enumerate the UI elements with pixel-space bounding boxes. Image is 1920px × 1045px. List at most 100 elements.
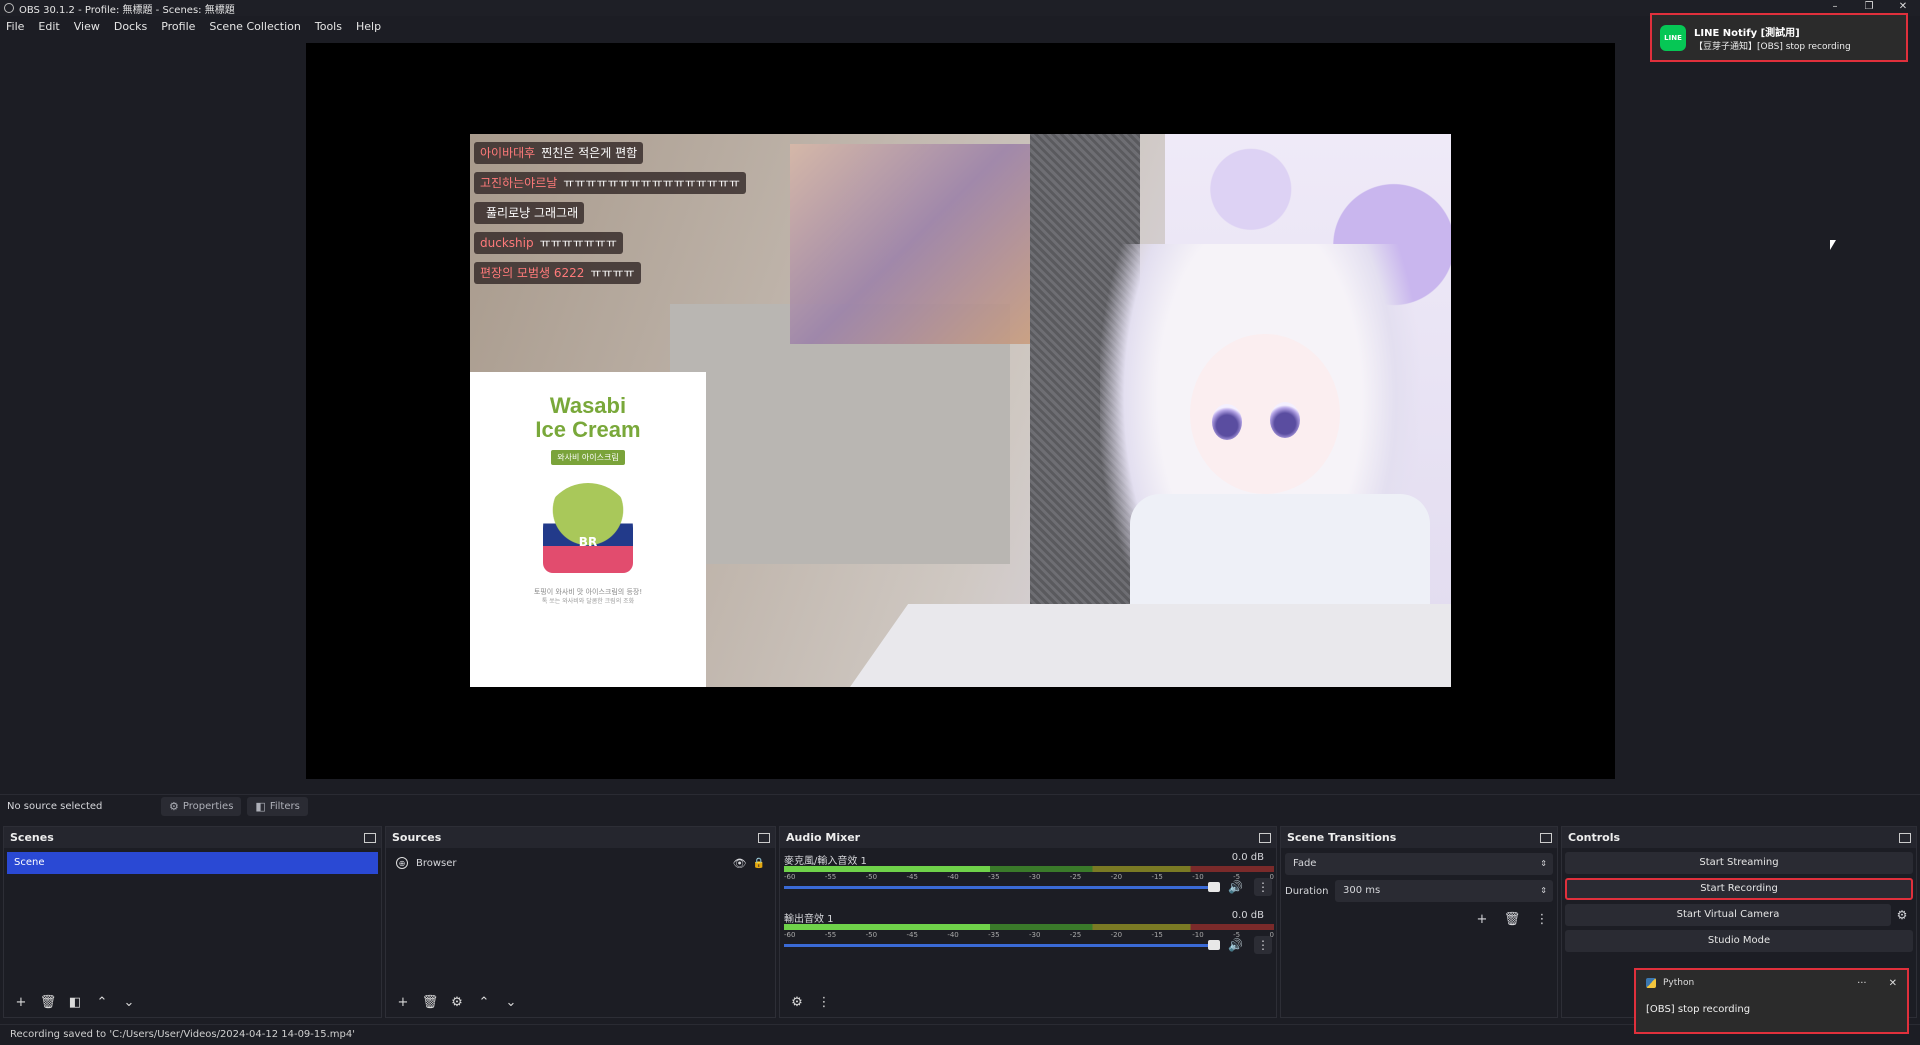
duration-value: 300 ms xyxy=(1343,885,1381,896)
tick-label: -30 xyxy=(1028,873,1041,881)
python-notification-toast[interactable]: Python ··· ✕ [OBS] stop recording xyxy=(1634,968,1909,1034)
remove-scene-button[interactable]: 🗑 xyxy=(37,993,59,1013)
chat-username: 아이바대후 xyxy=(480,146,536,160)
no-source-label: No source selected xyxy=(7,801,103,812)
volume-meter xyxy=(784,866,1274,872)
close-icon[interactable]: ✕ xyxy=(1889,978,1897,989)
move-up-button[interactable]: ⌃ xyxy=(473,993,495,1013)
ice-cream-cup-image: BR xyxy=(543,483,633,573)
toast-message: 【豆芽子通知】[OBS] stop recording xyxy=(1694,41,1851,52)
virtual-camera-row: Start Virtual Camera ⚙ xyxy=(1565,904,1913,926)
menu-scene-collection[interactable]: Scene Collection xyxy=(209,20,300,33)
chat-text: 찐친은 적은게 편함 xyxy=(541,146,638,160)
chat-text: ㅠㅠㅠㅠㅠㅠㅠ xyxy=(539,236,617,250)
ad-badge: 와사비 아이스크림 xyxy=(551,450,625,465)
chat-message: 풀리로냥 그래그래 xyxy=(474,202,585,224)
more-options-icon[interactable]: ··· xyxy=(1857,978,1867,989)
volume-slider-track[interactable] xyxy=(784,886,1214,889)
speaker-icon[interactable]: 🔊 xyxy=(1228,938,1243,952)
menu-profile[interactable]: Profile xyxy=(161,20,195,33)
undock-icon[interactable] xyxy=(1899,832,1911,843)
undock-icon[interactable] xyxy=(1540,832,1552,843)
undock-icon[interactable] xyxy=(364,832,376,843)
channel-name: 麥克風/輸入音效 1 xyxy=(784,856,867,867)
menu-help[interactable]: Help xyxy=(356,20,381,33)
tick-label: -35 xyxy=(988,873,1000,881)
channel-menu-button[interactable]: ⋮ xyxy=(1254,878,1272,896)
stream-preview-image: 아이바대후 찐친은 적은게 편함 고진하는야르날 ㅠㅠㅠㅠㅠㅠㅠㅠㅠㅠㅠㅠㅠㅠㅠㅠ … xyxy=(470,134,1451,687)
tick-label: -20 xyxy=(1110,873,1123,881)
line-notification-toast[interactable]: LINE LINE Notify [測試用] 【豆芽子通知】[OBS] stop… xyxy=(1650,13,1908,62)
start-streaming-button[interactable]: Start Streaming xyxy=(1565,852,1913,874)
toast-text: LINE Notify [測試用] 【豆芽子通知】[OBS] stop reco… xyxy=(1694,24,1851,52)
channel-name: 輸出音效 1 xyxy=(784,914,834,925)
properties-button[interactable]: ⚙ Properties xyxy=(161,797,242,816)
move-up-button[interactable]: ⌃ xyxy=(91,993,113,1013)
start-recording-button[interactable]: Start Recording xyxy=(1565,878,1913,900)
tick-label: -15 xyxy=(1151,931,1163,939)
menu-file[interactable]: File xyxy=(6,20,24,33)
remove-transition-button[interactable]: 🗑 xyxy=(1501,910,1523,930)
chat-text: 풀리로냥 그래그래 xyxy=(486,206,579,220)
volume-slider-handle[interactable] xyxy=(1208,940,1220,950)
source-properties-button[interactable]: ⚙ xyxy=(446,993,468,1013)
filters-button[interactable]: ◧ Filters xyxy=(247,797,308,816)
add-source-button[interactable]: + xyxy=(392,993,414,1013)
advanced-audio-settings-icon[interactable]: ⚙ xyxy=(786,993,808,1013)
chat-text: ㅠㅠㅠㅠㅠㅠㅠㅠㅠㅠㅠㅠㅠㅠㅠㅠ xyxy=(563,176,740,190)
tick-label: -40 xyxy=(947,931,959,939)
move-down-button[interactable]: ⌄ xyxy=(500,993,522,1013)
sources-dock: Sources ⊕ Browser 👁 🔒 + 🗑 ⚙ ⌃ ⌄ xyxy=(385,826,776,1018)
tick-label: -20 xyxy=(1110,931,1123,939)
controls-header: Controls xyxy=(1562,827,1916,848)
volume-slider-handle[interactable] xyxy=(1208,882,1220,892)
source-toolbar: No source selected ⚙ Properties ◧ Filters xyxy=(0,794,1920,818)
menu-docks[interactable]: Docks xyxy=(114,20,147,33)
undock-icon[interactable] xyxy=(758,832,770,843)
tick-label: -55 xyxy=(824,873,837,881)
undock-icon[interactable] xyxy=(1259,832,1271,843)
gear-icon[interactable]: ⚙ xyxy=(1891,908,1913,922)
lock-icon[interactable]: 🔒 xyxy=(753,858,765,869)
visibility-eye-icon[interactable]: 👁 xyxy=(733,857,747,870)
ad-fine-print: 톡 쏘는 와사비와 달콤한 크림의 조화 xyxy=(541,598,635,605)
duration-row: Duration 300 ms ⇕ xyxy=(1285,880,1553,902)
studio-mode-button[interactable]: Studio Mode xyxy=(1565,930,1913,952)
updown-arrow-icon: ⇕ xyxy=(1540,886,1547,895)
tick-label: -40 xyxy=(947,873,959,881)
ad-title-line2: Ice Cream xyxy=(535,417,641,442)
toast-app-name: Python xyxy=(1663,978,1695,988)
transition-select[interactable]: Fade ⇕ xyxy=(1285,853,1553,875)
tick-label: -10 xyxy=(1192,931,1204,939)
wall-poster xyxy=(790,144,1030,344)
start-virtual-camera-button[interactable]: Start Virtual Camera xyxy=(1565,904,1891,926)
move-down-button[interactable]: ⌄ xyxy=(118,993,140,1013)
add-scene-button[interactable]: + xyxy=(10,993,32,1013)
toast-message: [OBS] stop recording xyxy=(1646,1004,1751,1015)
source-item[interactable]: ⊕ Browser 👁 🔒 xyxy=(386,852,775,874)
tick-label: -25 xyxy=(1069,931,1082,939)
transition-menu-button[interactable]: ⋮ xyxy=(1531,910,1553,930)
scene-item[interactable]: Scene xyxy=(7,852,378,874)
status-bar: Recording saved to 'C:/Users/User/Videos… xyxy=(0,1024,1920,1045)
scene-filters-button[interactable]: ◧ xyxy=(64,993,86,1013)
menu-bar: File Edit View Docks Profile Scene Colle… xyxy=(0,16,1920,36)
remove-source-button[interactable]: 🗑 xyxy=(419,993,441,1013)
duration-spinbox[interactable]: 300 ms ⇕ xyxy=(1335,880,1553,902)
tick-label: -55 xyxy=(824,931,837,939)
tick-label: -10 xyxy=(1192,873,1204,881)
menu-edit[interactable]: Edit xyxy=(38,20,59,33)
chat-message: 편장의 모범생 6222 ㅠㅠㅠㅠ xyxy=(474,262,641,284)
scene-transitions-header: Scene Transitions xyxy=(1281,827,1557,848)
line-logo-icon: LINE xyxy=(1660,24,1686,51)
avatar-left-eye xyxy=(1212,404,1242,440)
add-transition-button[interactable]: + xyxy=(1471,910,1493,930)
mixer-menu-button[interactable]: ⋮ xyxy=(813,993,835,1013)
speaker-icon[interactable]: 🔊 xyxy=(1228,880,1243,894)
channel-menu-button[interactable]: ⋮ xyxy=(1254,936,1272,954)
transition-value: Fade xyxy=(1293,858,1317,869)
menu-view[interactable]: View xyxy=(74,20,100,33)
menu-tools[interactable]: Tools xyxy=(315,20,342,33)
chat-overlay: 아이바대후 찐친은 적은게 편함 고진하는야르날 ㅠㅠㅠㅠㅠㅠㅠㅠㅠㅠㅠㅠㅠㅠㅠㅠ … xyxy=(470,134,746,309)
volume-slider-track[interactable] xyxy=(784,944,1214,947)
